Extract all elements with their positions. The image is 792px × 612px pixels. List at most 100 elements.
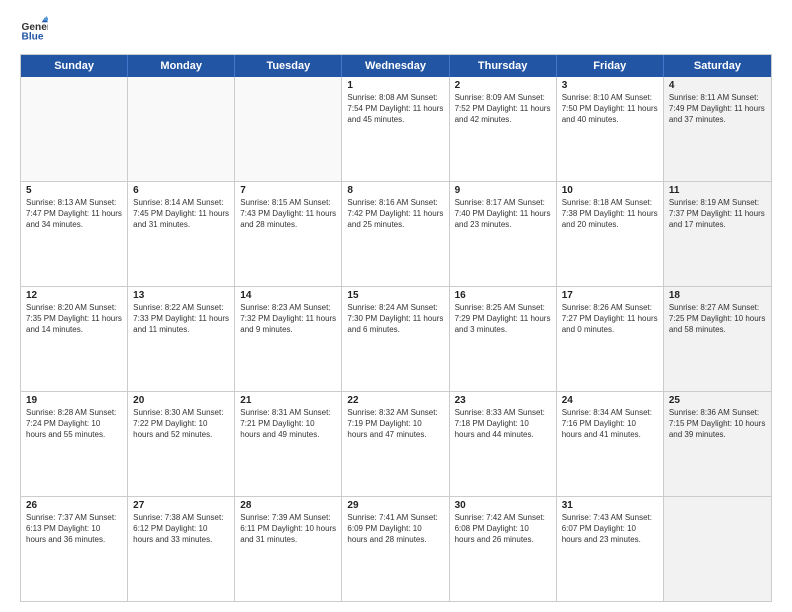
cell-info: Sunrise: 8:19 AM Sunset: 7:37 PM Dayligh… <box>669 198 766 230</box>
day-number: 16 <box>455 290 551 301</box>
day-number: 24 <box>562 395 658 406</box>
calendar-cell: 8 Sunrise: 8:16 AM Sunset: 7:42 PM Daylig… <box>342 182 449 286</box>
day-number: 8 <box>347 185 443 196</box>
cell-info: Sunrise: 8:33 AM Sunset: 7:18 PM Dayligh… <box>455 408 551 440</box>
header-cell-thursday: Thursday <box>450 55 557 77</box>
calendar-cell: 5 Sunrise: 8:13 AM Sunset: 7:47 PM Daylig… <box>21 182 128 286</box>
cell-info: Sunrise: 8:27 AM Sunset: 7:25 PM Dayligh… <box>669 303 766 335</box>
calendar-cell: 14Sunrise: 8:23 AM Sunset: 7:32 PM Dayli… <box>235 287 342 391</box>
calendar-cell: 29 Sunrise: 7:41 AM Sunset: 6:09 PM Dayli… <box>342 497 449 601</box>
day-number: 21 <box>240 395 336 406</box>
cell-info: Sunrise: 8:22 AM Sunset: 7:33 PM Dayligh… <box>133 303 229 335</box>
calendar-row: 5 Sunrise: 8:13 AM Sunset: 7:47 PM Daylig… <box>21 182 771 287</box>
cell-info: Sunrise: 7:43 AM Sunset: 6:07 PM Dayligh… <box>562 513 658 545</box>
cell-info: Sunrise: 8:15 AM Sunset: 7:43 PM Dayligh… <box>240 198 336 230</box>
calendar-cell: 11 Sunrise: 8:19 AM Sunset: 7:37 PM Dayli… <box>664 182 771 286</box>
cell-info: Sunrise: 8:18 AM Sunset: 7:38 PM Dayligh… <box>562 198 658 230</box>
header-cell-friday: Friday <box>557 55 664 77</box>
calendar-cell: 31 Sunrise: 7:43 AM Sunset: 6:07 PM Dayli… <box>557 497 664 601</box>
calendar-cell: 24 Sunrise: 8:34 AM Sunset: 7:16 PM Dayli… <box>557 392 664 496</box>
calendar-cell: 18 Sunrise: 8:27 AM Sunset: 7:25 PM Dayli… <box>664 287 771 391</box>
calendar-cell: 1Sunrise: 8:08 AM Sunset: 7:54 PM Daylig… <box>342 77 449 181</box>
calendar-cell: 30 Sunrise: 7:42 AM Sunset: 6:08 PM Dayli… <box>450 497 557 601</box>
day-number: 4 <box>669 80 766 91</box>
header-cell-monday: Monday <box>128 55 235 77</box>
cell-info: Sunrise: 8:34 AM Sunset: 7:16 PM Dayligh… <box>562 408 658 440</box>
calendar-cell: 6 Sunrise: 8:14 AM Sunset: 7:45 PM Daylig… <box>128 182 235 286</box>
calendar-cell: 25Sunrise: 8:36 AM Sunset: 7:15 PM Dayli… <box>664 392 771 496</box>
cell-info: Sunrise: 8:11 AM Sunset: 7:49 PM Dayligh… <box>669 93 766 125</box>
cell-info: Sunrise: 8:17 AM Sunset: 7:40 PM Dayligh… <box>455 198 551 230</box>
cell-info: Sunrise: 7:38 AM Sunset: 6:12 PM Dayligh… <box>133 513 229 545</box>
calendar-body: 1Sunrise: 8:08 AM Sunset: 7:54 PM Daylig… <box>21 77 771 601</box>
calendar-header: SundayMondayTuesdayWednesdayThursdayFrid… <box>21 55 771 77</box>
calendar-cell: 15 Sunrise: 8:24 AM Sunset: 7:30 PM Dayli… <box>342 287 449 391</box>
cell-info: Sunrise: 8:26 AM Sunset: 7:27 PM Dayligh… <box>562 303 658 335</box>
day-number: 6 <box>133 185 229 196</box>
calendar-cell: 2Sunrise: 8:09 AM Sunset: 7:52 PM Daylig… <box>450 77 557 181</box>
cell-info: Sunrise: 8:14 AM Sunset: 7:45 PM Dayligh… <box>133 198 229 230</box>
calendar: SundayMondayTuesdayWednesdayThursdayFrid… <box>20 54 772 602</box>
cell-info: Sunrise: 8:16 AM Sunset: 7:42 PM Dayligh… <box>347 198 443 230</box>
calendar-cell: 4 Sunrise: 8:11 AM Sunset: 7:49 PM Daylig… <box>664 77 771 181</box>
day-number: 10 <box>562 185 658 196</box>
header-cell-wednesday: Wednesday <box>342 55 449 77</box>
day-number: 26 <box>26 500 122 511</box>
cell-info: Sunrise: 8:20 AM Sunset: 7:35 PM Dayligh… <box>26 303 122 335</box>
calendar-cell: 28 Sunrise: 7:39 AM Sunset: 6:11 PM Dayli… <box>235 497 342 601</box>
calendar-cell: 13Sunrise: 8:22 AM Sunset: 7:33 PM Dayli… <box>128 287 235 391</box>
day-number: 31 <box>562 500 658 511</box>
page-header: General Blue <box>20 16 772 44</box>
day-number: 20 <box>133 395 229 406</box>
calendar-row: 19Sunrise: 8:28 AM Sunset: 7:24 PM Dayli… <box>21 392 771 497</box>
day-number: 14 <box>240 290 336 301</box>
calendar-row: 26 Sunrise: 7:37 AM Sunset: 6:13 PM Dayli… <box>21 497 771 601</box>
day-number: 15 <box>347 290 443 301</box>
day-number: 22 <box>347 395 443 406</box>
cell-info: Sunrise: 8:24 AM Sunset: 7:30 PM Dayligh… <box>347 303 443 335</box>
day-number: 2 <box>455 80 551 91</box>
calendar-cell <box>235 77 342 181</box>
calendar-row: 1Sunrise: 8:08 AM Sunset: 7:54 PM Daylig… <box>21 77 771 182</box>
calendar-cell: 10 Sunrise: 8:18 AM Sunset: 7:38 PM Dayli… <box>557 182 664 286</box>
calendar-cell: 17Sunrise: 8:26 AM Sunset: 7:27 PM Dayli… <box>557 287 664 391</box>
day-number: 1 <box>347 80 443 91</box>
day-number: 5 <box>26 185 122 196</box>
day-number: 9 <box>455 185 551 196</box>
cell-info: Sunrise: 8:36 AM Sunset: 7:15 PM Dayligh… <box>669 408 766 440</box>
cell-info: Sunrise: 8:13 AM Sunset: 7:47 PM Dayligh… <box>26 198 122 230</box>
calendar-cell: 27Sunrise: 7:38 AM Sunset: 6:12 PM Dayli… <box>128 497 235 601</box>
calendar-cell: 26 Sunrise: 7:37 AM Sunset: 6:13 PM Dayli… <box>21 497 128 601</box>
day-number: 3 <box>562 80 658 91</box>
calendar-cell: 21Sunrise: 8:31 AM Sunset: 7:21 PM Dayli… <box>235 392 342 496</box>
calendar-cell: 12Sunrise: 8:20 AM Sunset: 7:35 PM Dayli… <box>21 287 128 391</box>
cell-info: Sunrise: 7:42 AM Sunset: 6:08 PM Dayligh… <box>455 513 551 545</box>
cell-info: Sunrise: 8:25 AM Sunset: 7:29 PM Dayligh… <box>455 303 551 335</box>
cell-info: Sunrise: 7:39 AM Sunset: 6:11 PM Dayligh… <box>240 513 336 545</box>
calendar-cell: 7 Sunrise: 8:15 AM Sunset: 7:43 PM Daylig… <box>235 182 342 286</box>
calendar-cell: 22Sunrise: 8:32 AM Sunset: 7:19 PM Dayli… <box>342 392 449 496</box>
calendar-cell <box>664 497 771 601</box>
calendar-cell: 20Sunrise: 8:30 AM Sunset: 7:22 PM Dayli… <box>128 392 235 496</box>
day-number: 30 <box>455 500 551 511</box>
calendar-cell: 3 Sunrise: 8:10 AM Sunset: 7:50 PM Daylig… <box>557 77 664 181</box>
calendar-row: 12Sunrise: 8:20 AM Sunset: 7:35 PM Dayli… <box>21 287 771 392</box>
day-number: 7 <box>240 185 336 196</box>
day-number: 11 <box>669 185 766 196</box>
day-number: 29 <box>347 500 443 511</box>
svg-text:Blue: Blue <box>22 31 44 42</box>
header-cell-sunday: Sunday <box>21 55 128 77</box>
calendar-cell <box>21 77 128 181</box>
cell-info: Sunrise: 8:28 AM Sunset: 7:24 PM Dayligh… <box>26 408 122 440</box>
calendar-cell <box>128 77 235 181</box>
cell-info: Sunrise: 7:41 AM Sunset: 6:09 PM Dayligh… <box>347 513 443 545</box>
day-number: 18 <box>669 290 766 301</box>
day-number: 28 <box>240 500 336 511</box>
header-cell-saturday: Saturday <box>664 55 771 77</box>
calendar-cell: 16 Sunrise: 8:25 AM Sunset: 7:29 PM Dayli… <box>450 287 557 391</box>
cell-info: Sunrise: 8:10 AM Sunset: 7:50 PM Dayligh… <box>562 93 658 125</box>
logo-icon: General Blue <box>20 16 48 44</box>
cell-info: Sunrise: 7:37 AM Sunset: 6:13 PM Dayligh… <box>26 513 122 545</box>
day-number: 23 <box>455 395 551 406</box>
calendar-cell: 19Sunrise: 8:28 AM Sunset: 7:24 PM Dayli… <box>21 392 128 496</box>
